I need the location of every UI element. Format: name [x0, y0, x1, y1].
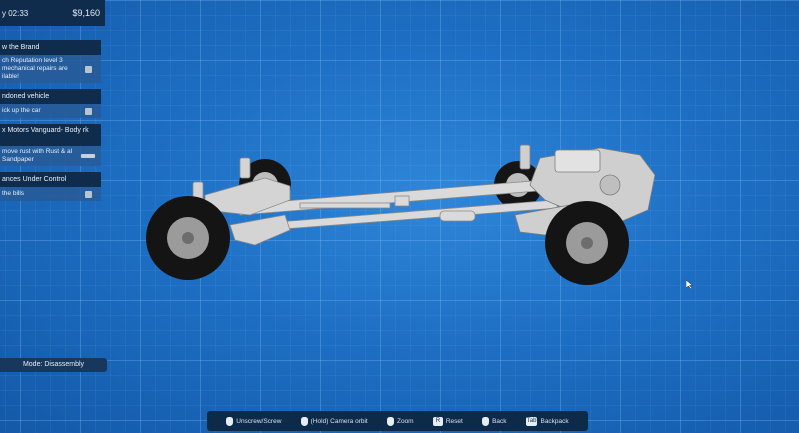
task-item-label: move rust with Rust & al Sandpaper	[2, 148, 73, 163]
key-icon: R	[432, 416, 443, 426]
hint-label: Reset	[445, 417, 463, 425]
task-header: x Motors Vanguard- Body rk	[0, 124, 101, 146]
task-header: ances Under Control	[0, 172, 101, 187]
controls-hint-bar: Unscrew/Screw (Hold) Camera orbit Zoom R…	[207, 411, 588, 431]
money-balance: $9,160	[72, 8, 100, 18]
mouse-icon	[300, 416, 308, 426]
hint-label: Unscrew/Screw	[236, 417, 282, 425]
hint-label: Backpack	[540, 417, 569, 425]
task-item-label: ick up the car	[2, 107, 41, 114]
front-wheel-front[interactable]	[545, 201, 629, 285]
mouse-cursor-icon	[686, 280, 694, 290]
task-item[interactable]: move rust with Rust & al Sandpaper	[0, 146, 101, 166]
task-group: ndoned vehicle ick up the car	[0, 89, 101, 118]
hint-reset: R Reset	[432, 416, 463, 426]
task-checkbox	[85, 65, 92, 73]
mouse-icon	[482, 416, 490, 426]
car-chassis-model[interactable]	[0, 0, 799, 433]
task-group: x Motors Vanguard- Body rk move rust wit…	[0, 124, 101, 166]
hint-backpack: Tab Backpack	[525, 416, 569, 426]
rear-wheel-front[interactable]	[146, 196, 230, 280]
hint-zoom: Zoom	[386, 416, 414, 426]
task-item[interactable]: ch Reputation level 3 mechanical repairs…	[0, 55, 101, 83]
status-bar: y 02:33 $9,160	[0, 0, 105, 26]
task-checkbox	[85, 107, 92, 115]
key-icon: Tab	[525, 416, 538, 426]
hint-label: Zoom	[396, 417, 414, 425]
hint-back: Back	[482, 416, 507, 426]
task-list: w the Brand ch Reputation level 3 mechan…	[0, 34, 101, 201]
task-group: ances Under Control the bills	[0, 172, 101, 201]
task-item-label: ch Reputation level 3 mechanical repairs…	[2, 57, 68, 80]
task-checkbox	[85, 190, 92, 198]
task-header: w the Brand	[0, 40, 101, 55]
hint-unscrew: Unscrew/Screw	[226, 416, 282, 426]
mode-button[interactable]: Mode: Disassembly	[0, 358, 107, 372]
hint-label: Back	[492, 417, 507, 425]
task-item-label: the bills	[2, 190, 25, 197]
task-item[interactable]: ick up the car	[0, 104, 101, 118]
hint-camera-orbit: (Hold) Camera orbit	[300, 416, 368, 426]
task-header: ndoned vehicle	[0, 89, 101, 104]
mouse-icon	[226, 416, 234, 426]
task-group: w the Brand ch Reputation level 3 mechan…	[0, 40, 101, 83]
task-item[interactable]: the bills	[0, 187, 101, 201]
hint-label: (Hold) Camera orbit	[310, 417, 368, 425]
task-progress-bar	[81, 154, 95, 158]
mouse-icon	[386, 416, 394, 426]
game-clock: y 02:33	[2, 8, 29, 18]
